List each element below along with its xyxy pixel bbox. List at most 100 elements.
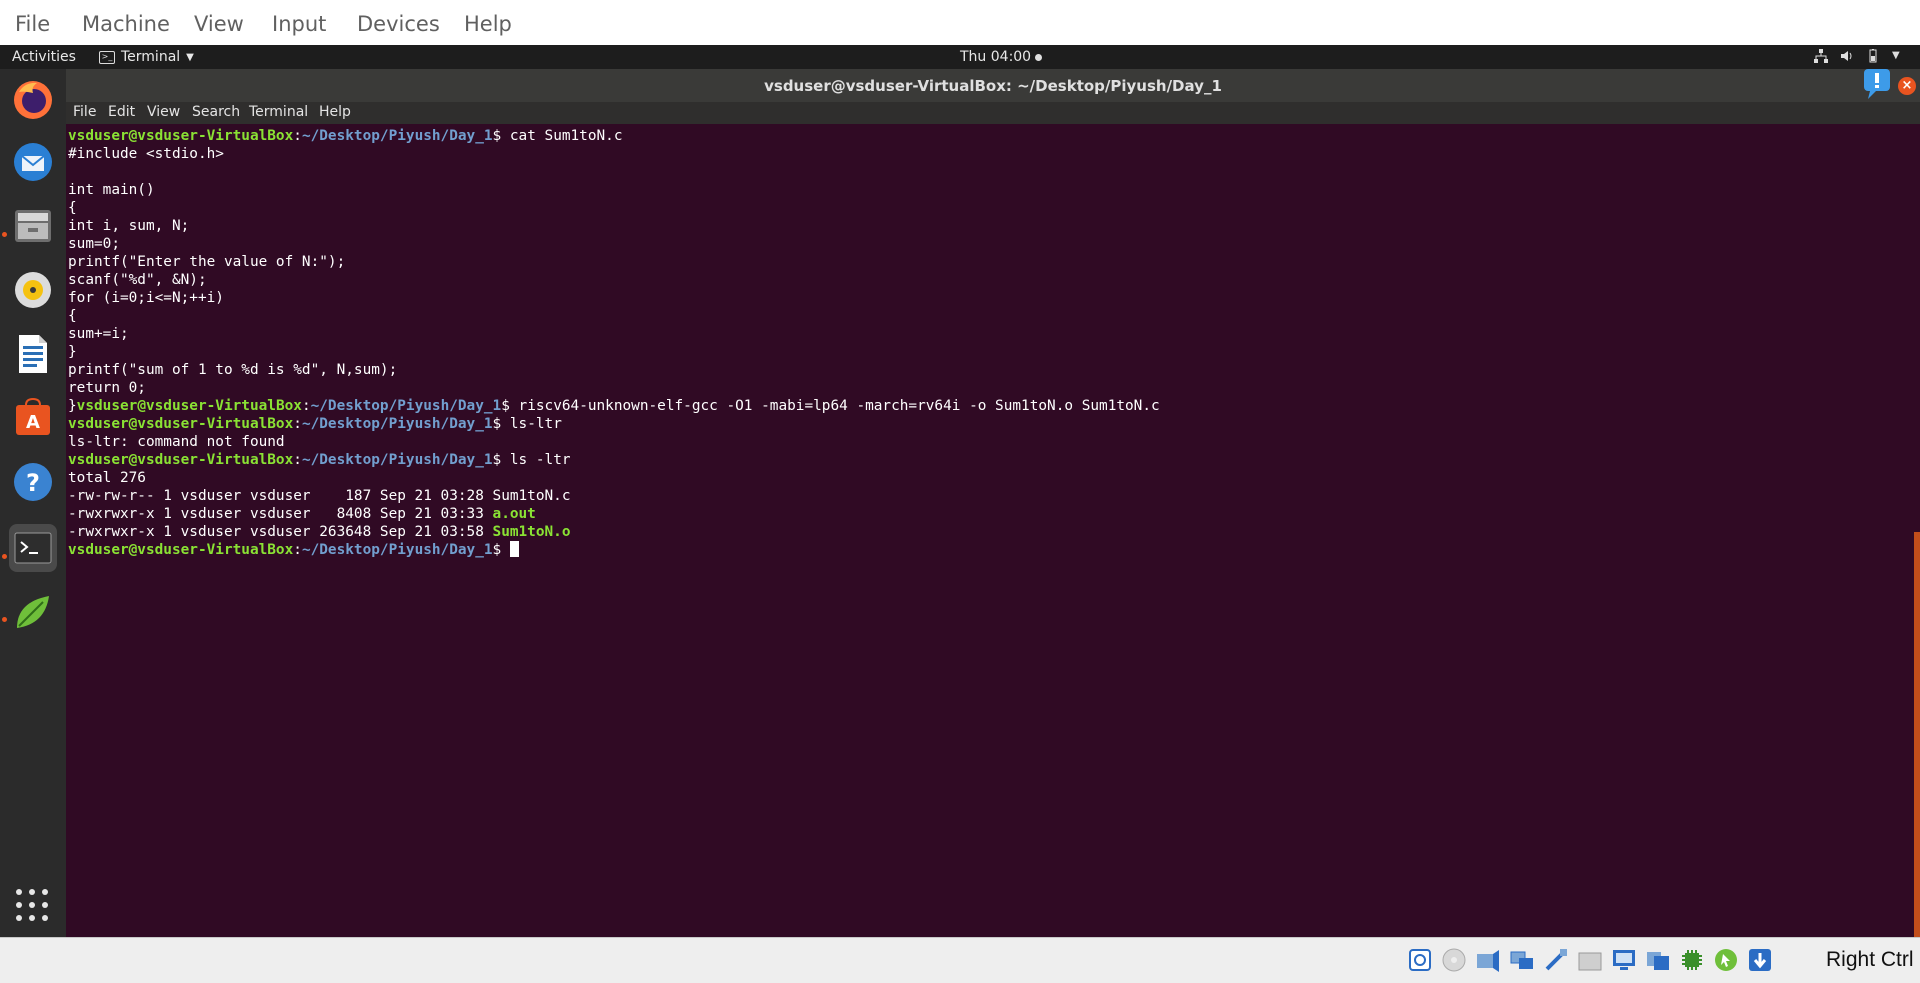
file-metadata: -rwxrwxr-x 1 vsduser vsduser 8408 Sep 21… (68, 506, 493, 522)
dock-thunderbird[interactable] (9, 138, 57, 186)
output-text: int i, sum, N; (68, 218, 190, 234)
window-title: vsduser@vsduser-VirtualBox: ~/Desktop/Pi… (764, 77, 1222, 95)
harddisk-icon[interactable] (1406, 946, 1434, 974)
terminal-line: printf("Enter the value of N:"); (68, 254, 345, 270)
terminal-line: -rwxrwxr-x 1 vsduser vsduser 8408 Sep 21… (68, 506, 536, 522)
thunderbird-icon (14, 143, 52, 181)
leafpad-icon (17, 596, 49, 628)
terminal-line: int i, sum, N; (68, 218, 189, 234)
firefox-icon (14, 81, 52, 119)
prompt-user-host: vsduser@vsduser-VirtualBox (68, 416, 294, 432)
terminal-menu-terminal[interactable]: Terminal (249, 104, 308, 120)
prompt-command: $ riscv64-unknown-elf-gcc -O1 -mabi=lp64… (501, 398, 1160, 414)
vbox-status-bar: Right Ctrl (0, 937, 1920, 983)
vbox-menu-file[interactable]: File (15, 12, 50, 36)
prompt-path: ~/Desktop/Piyush/Day_1 (301, 452, 493, 468)
dock-writer[interactable] (9, 330, 57, 378)
vbox-status-icons (1406, 946, 1774, 974)
display-icon[interactable] (1610, 946, 1638, 974)
prompt-separator: : (301, 398, 311, 414)
clock-label: Thu 04:00 (960, 49, 1032, 65)
terminal-menu-help[interactable]: Help (319, 104, 351, 120)
terminal-line: int main() (68, 182, 155, 198)
terminal-titlebar[interactable]: vsduser@vsduser-VirtualBox: ~/Desktop/Pi… (66, 69, 1920, 102)
vbox-menu-devices[interactable]: Devices (357, 12, 440, 36)
output-text: scanf("%d", &N); (68, 272, 207, 288)
files-icon (15, 210, 51, 242)
chevron-down-icon: ▼ (186, 51, 194, 63)
terminal-line: return 0; (68, 380, 146, 396)
cursor (509, 541, 519, 557)
video-capture-icon[interactable] (1644, 946, 1672, 974)
file-name: Sum1toN.o (492, 524, 571, 540)
terminal-line: sum=0; (68, 236, 120, 252)
host-key-label: Right Ctrl (1826, 948, 1914, 971)
dock-files[interactable] (9, 202, 57, 250)
show-applications-icon[interactable] (16, 889, 50, 923)
help-icon: ? (14, 463, 52, 501)
network-icon (1814, 49, 1828, 63)
terminal-menu-file[interactable]: File (73, 104, 96, 120)
vbox-menu-machine[interactable]: Machine (82, 12, 170, 36)
terminal-line: vsduser@vsduser-VirtualBox:~/Desktop/Piy… (68, 416, 562, 432)
terminal-icon (14, 532, 52, 564)
keyboard-capture-icon[interactable] (1746, 946, 1774, 974)
output-text: sum=0; (68, 236, 120, 252)
dock-firefox[interactable] (9, 76, 57, 124)
terminal-line: }vsduser@vsduser-VirtualBox:~/Desktop/Pi… (68, 398, 1160, 414)
terminal-menu-edit[interactable]: Edit (108, 104, 135, 120)
clock[interactable]: Thu 04:00 (960, 49, 1043, 65)
network-icon[interactable] (1508, 946, 1536, 974)
dock-help[interactable]: ? (9, 458, 57, 506)
terminal-menu-view[interactable]: View (147, 104, 180, 120)
file-metadata: -rwxrwxr-x 1 vsduser vsduser 263648 Sep … (68, 524, 493, 540)
output-text: int main() (68, 182, 155, 198)
activities-button[interactable]: Activities (12, 49, 76, 65)
audio-icon[interactable] (1474, 946, 1502, 974)
battery-icon (1866, 49, 1880, 63)
dock-terminal[interactable] (9, 524, 57, 572)
dock-rhythmbox[interactable] (9, 266, 57, 314)
app-menu-label: Terminal (121, 49, 181, 65)
gnome-top-bar: Activities >_ Terminal ▼ Thu 04:00 ▼ (0, 45, 1920, 69)
svg-text:?: ? (26, 469, 40, 497)
app-menu-button[interactable]: >_ Terminal ▼ (99, 49, 194, 65)
terminal-line: ls-ltr: command not found (68, 434, 285, 450)
optical-drive-icon[interactable] (1440, 946, 1468, 974)
vbox-menu-view[interactable]: View (194, 12, 244, 36)
terminal-line: -rw-rw-r-- 1 vsduser vsduser 187 Sep 21 … (68, 488, 571, 504)
terminal-line: { (68, 308, 77, 324)
dock-leafpad[interactable] (9, 588, 57, 636)
cpu-icon[interactable] (1678, 946, 1706, 974)
close-icon[interactable]: × (1898, 77, 1916, 95)
output-text: printf("sum of 1 to %d is %d", N,sum); (68, 362, 398, 378)
vbox-menu-input[interactable]: Input (272, 12, 326, 36)
terminal-line: for (i=0;i<=N;++i) (68, 290, 224, 306)
terminal-menu-search[interactable]: Search (192, 104, 240, 120)
output-text: #include <stdio.h> (68, 146, 224, 162)
output-text: return 0; (68, 380, 146, 396)
output-text: sum+=i; (68, 326, 129, 342)
terminal-line: scanf("%d", &N); (68, 272, 207, 288)
terminal-line: } (68, 344, 77, 360)
prompt-command: $ (492, 542, 510, 558)
system-tray[interactable]: ▼ (1814, 49, 1906, 63)
shared-folders-icon[interactable] (1576, 946, 1604, 974)
prompt-user-host: vsduser@vsduser-VirtualBox (68, 452, 294, 468)
file-name: a.out (492, 506, 536, 522)
usb-icon[interactable] (1542, 946, 1570, 974)
scrollbar[interactable] (1914, 532, 1920, 937)
notification-icon[interactable] (1862, 69, 1892, 101)
vbox-menu-help[interactable]: Help (464, 12, 512, 36)
writer-icon (19, 335, 47, 373)
file-name: Sum1toN.c (492, 488, 571, 504)
terminal-menubar: File Edit View Search Terminal Help (66, 102, 1920, 124)
mouse-integration-icon[interactable] (1712, 946, 1740, 974)
output-text: printf("Enter the value of N:"); (68, 254, 346, 270)
dock: A ? (0, 69, 66, 937)
terminal-output[interactable]: vsduser@vsduser-VirtualBox: ~/Desktop/Piy… (66, 124, 1920, 937)
software-icon: A (16, 397, 50, 435)
dock-software[interactable]: A (9, 394, 57, 442)
terminal-text: vsduser@vsduser-VirtualBox: ~/Desktop/Piy… (68, 127, 1160, 559)
terminal-line: vsduser@vsduser-VirtualBox:~/Desktop/Piy… (68, 541, 519, 558)
